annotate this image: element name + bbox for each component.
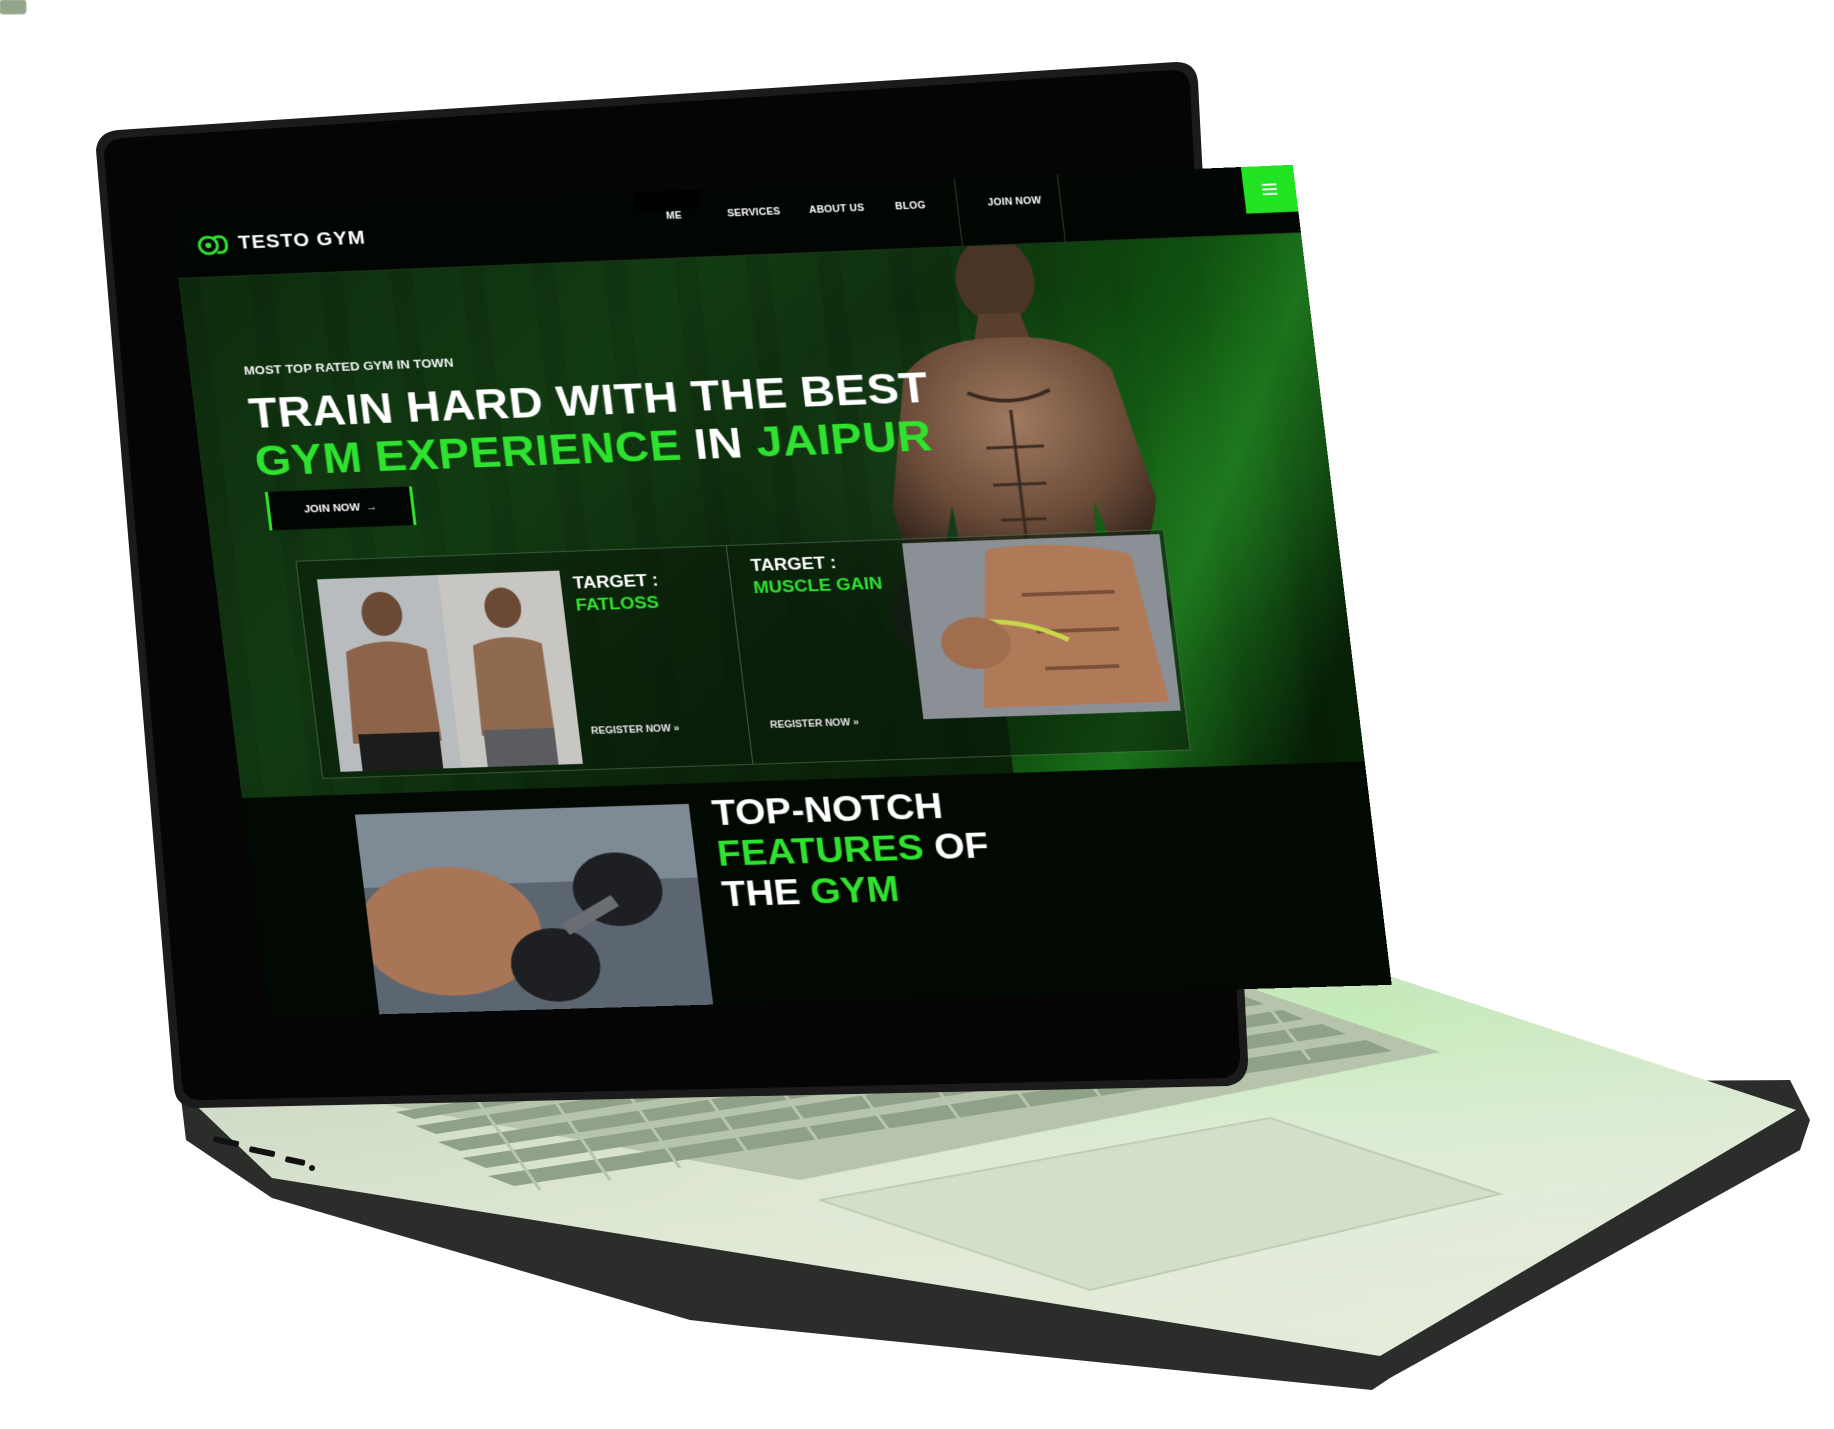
register-now-fatloss-link[interactable]: REGISTER NOW » [591, 724, 680, 737]
register-now-muscle-gain-link[interactable]: REGISTER NOW » [770, 718, 860, 731]
double-chevron-icon: » [673, 724, 680, 734]
muscle-gain-image [902, 534, 1181, 719]
fatloss-before-after-image [317, 571, 583, 772]
double-chevron-icon: » [852, 718, 859, 728]
target-cards: TARGET : FATLOSS REGISTER NOW » TARGET :… [295, 529, 1190, 779]
join-now-button[interactable]: JOIN NOW → [265, 486, 417, 530]
screen: TESTO GYM ME SERVICES ABOUT US BLOG JOIN… [170, 165, 1392, 1018]
website: TESTO GYM ME SERVICES ABOUT US BLOG JOIN… [170, 165, 1392, 1018]
nav-about-us[interactable]: ABOUT US [809, 203, 865, 215]
nav-services[interactable]: SERVICES [727, 207, 781, 219]
logo-icon [195, 230, 233, 259]
features-heading: TOP-NOTCH FEATURES OF THE GYM [710, 785, 996, 915]
nav-blog[interactable]: BLOG [895, 201, 927, 212]
card-fatloss-title: TARGET : FATLOSS [572, 569, 662, 616]
hamburger-icon[interactable] [1241, 165, 1299, 214]
nav-join-now[interactable]: JOIN NOW [987, 196, 1042, 208]
brand-logo[interactable]: TESTO GYM [195, 224, 368, 259]
card-muscle-gain-title: TARGET : MUSCLE GAIN [749, 550, 883, 599]
arrow-right-icon: → [365, 502, 377, 513]
nav-home[interactable]: ME [666, 211, 683, 222]
camera-notch [633, 190, 702, 211]
brand-name: TESTO GYM [237, 227, 367, 253]
dumbbell-image [355, 804, 714, 1016]
laptop-mockup: TESTO GYM ME SERVICES ABOUT US BLOG JOIN… [0, 0, 1834, 1429]
